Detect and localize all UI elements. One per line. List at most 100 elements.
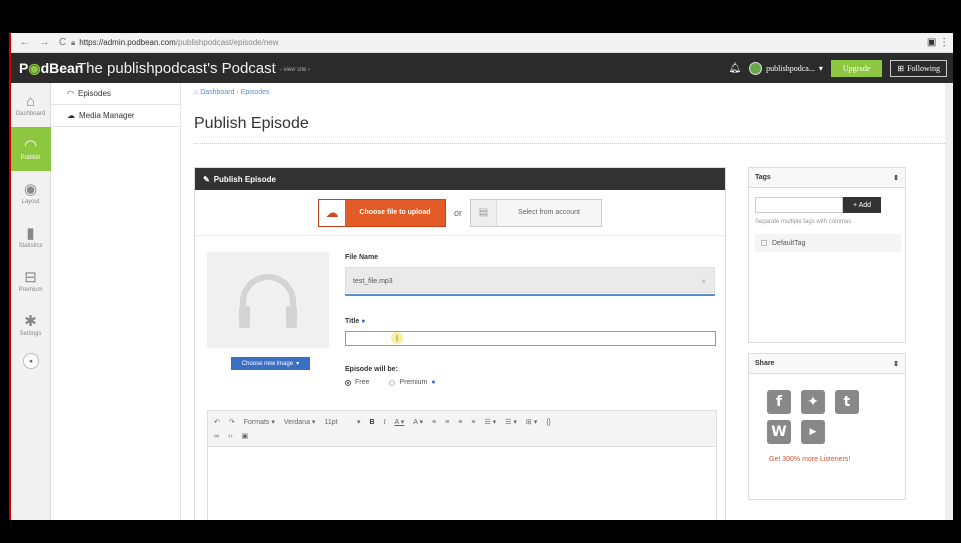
- add-tag-button[interactable]: + Add: [843, 197, 881, 213]
- sidebar-item-dashboard[interactable]: ⌂ Dashboard: [11, 83, 51, 127]
- upgrade-button[interactable]: Upgrade: [830, 59, 883, 77]
- bullet-list-icon[interactable]: ☰ ▾: [484, 418, 496, 426]
- chevron-down-icon: ▾: [818, 63, 823, 73]
- sidebar-label: Publish: [20, 154, 41, 161]
- checkbox: [761, 240, 767, 246]
- link-icon[interactable]: ∞: [214, 433, 219, 440]
- tumblr-icon[interactable]: t: [835, 390, 859, 414]
- subnav-label: Episodes: [77, 89, 111, 98]
- sub-navigation: ◠ Episodes ☁ Media Manager: [51, 83, 181, 520]
- undo-icon[interactable]: ↶: [214, 418, 220, 426]
- radio-free[interactable]: Free: [345, 379, 369, 386]
- align-center-icon[interactable]: ≡: [445, 419, 449, 426]
- extension-icon[interactable]: ▣ ⋮: [923, 37, 953, 48]
- share-title: Share: [755, 360, 775, 367]
- subnav-item-media-manager[interactable]: ☁ Media Manager: [51, 105, 180, 127]
- choose-file-button[interactable]: ☁ Choose file to upload: [317, 198, 446, 227]
- text-color-icon[interactable]: A ▾: [395, 418, 405, 426]
- code-icon[interactable]: {}: [546, 419, 551, 426]
- breadcrumb-episodes[interactable]: Episodes: [241, 89, 270, 96]
- source-code-icon[interactable]: ‹›: [228, 433, 233, 440]
- description-editor[interactable]: ↶ ↷ Formats ▾ Verdana ▾ 11pt ▾ B I A ▾ A…: [207, 410, 717, 520]
- mouse-cursor-highlight: I: [391, 332, 403, 344]
- italic-icon[interactable]: I: [384, 419, 386, 426]
- title-label-text: Title: [345, 318, 360, 325]
- select-from-account-button[interactable]: ▤ Select from account: [470, 198, 602, 227]
- tags-panel: Tags ⇕ + Add Separate multiple tags with …: [748, 167, 906, 343]
- back-icon[interactable]: ←: [20, 37, 30, 48]
- facebook-icon[interactable]: f: [767, 390, 791, 414]
- tag-input[interactable]: [755, 197, 843, 213]
- formats-dropdown[interactable]: Formats ▾: [244, 418, 275, 426]
- account-name: publishpodca...: [766, 63, 815, 73]
- scrollbar[interactable]: [945, 83, 953, 520]
- logo-p: P: [19, 59, 29, 76]
- remove-file-icon[interactable]: ×: [701, 277, 706, 286]
- radio-premium[interactable]: Premium ●: [389, 379, 436, 386]
- font-dropdown[interactable]: Verdana ▾: [284, 418, 316, 426]
- table-icon[interactable]: ⊞ ▾: [526, 418, 537, 426]
- align-right-icon[interactable]: ≡: [458, 419, 462, 426]
- tags-header: Tags ⇕: [749, 168, 905, 188]
- reload-icon[interactable]: C: [59, 37, 66, 48]
- sidebar-label: Settings: [19, 330, 42, 337]
- breadcrumb: ⌂ Dashboard › Episodes: [194, 89, 269, 96]
- avatar: [749, 61, 763, 75]
- choose-new-image-button[interactable]: Choose new image ▾: [231, 357, 310, 370]
- view-site-link[interactable]: - view site ›: [280, 67, 310, 73]
- sidebar-item-premium[interactable]: ⊟ Premium: [11, 259, 51, 303]
- gear-icon: ✱: [24, 312, 37, 330]
- podbean-logo[interactable]: P◉dBean: [11, 59, 83, 77]
- radio-dot: [389, 379, 396, 386]
- font-label: Verdana: [283, 419, 310, 426]
- home-icon: ⌂: [194, 89, 199, 96]
- info-icon[interactable]: ●: [361, 318, 365, 325]
- sidebar-label: Premium: [18, 286, 43, 293]
- radio-free-label: Free: [355, 379, 370, 386]
- page-title: Publish Episode: [194, 115, 309, 132]
- info-icon[interactable]: ●: [431, 379, 435, 386]
- background-color-icon[interactable]: A ▾: [413, 418, 423, 426]
- sort-icon[interactable]: ⇕: [893, 174, 899, 182]
- video-frame: ← → C 🔒︎ https://admin.podbean.com/publi…: [0, 0, 961, 543]
- share-cta-link[interactable]: Get 300% more Listeners!: [769, 456, 850, 463]
- cart-icon: ⊟: [24, 268, 37, 286]
- sidebar-item-layout[interactable]: ◉ Layout: [11, 171, 51, 215]
- align-justify-icon[interactable]: ≡: [471, 419, 475, 426]
- address-bar[interactable]: 🔒︎ https://admin.podbean.com/publishpodc…: [71, 38, 923, 48]
- sidebar-item-settings[interactable]: ✱ Settings: [11, 303, 51, 347]
- episode-artwork: [207, 252, 329, 348]
- following-icon: ⊞: [897, 63, 905, 73]
- numbered-list-icon[interactable]: ☰ ▾: [505, 418, 517, 426]
- following-button[interactable]: ⊞ Following: [890, 59, 947, 77]
- breadcrumb-dashboard[interactable]: Dashboard: [200, 89, 234, 96]
- eye-icon: ◉: [23, 180, 38, 198]
- visibility-options: Free Premium ●: [345, 379, 436, 386]
- choose-image-label: Choose new image: [241, 360, 294, 367]
- redo-icon[interactable]: ↷: [229, 418, 235, 426]
- twitter-icon[interactable]: ✦: [801, 390, 825, 414]
- sidebar-item-statistics[interactable]: ▮ Statistics: [11, 215, 51, 259]
- bold-icon[interactable]: B: [370, 419, 375, 426]
- title-label: Title ●: [345, 318, 365, 325]
- account-menu[interactable]: publishpodca... ▾: [749, 61, 823, 75]
- sidebar-item-publish[interactable]: ◠ Publish: [11, 127, 51, 171]
- divider: [194, 143, 945, 144]
- subnav-item-episodes[interactable]: ◠ Episodes: [51, 83, 180, 105]
- wordpress-icon[interactable]: W: [767, 420, 791, 444]
- editor-toolbar: ↶ ↷ Formats ▾ Verdana ▾ 11pt ▾ B I A ▾ A…: [208, 411, 716, 447]
- collapse-sidebar-button[interactable]: ◂: [22, 353, 39, 369]
- sort-icon[interactable]: ⇕: [893, 360, 899, 368]
- tags-title: Tags: [755, 174, 771, 181]
- forward-icon[interactable]: →: [39, 37, 49, 48]
- panel-header: ✎ Publish Episode: [195, 168, 725, 190]
- default-tag-checkbox[interactable]: DefaultTag: [755, 234, 901, 252]
- youtube-icon[interactable]: ▶: [801, 420, 825, 444]
- image-icon[interactable]: ▣: [242, 432, 249, 440]
- home-icon: ⌂: [25, 92, 36, 110]
- cloud-icon: ☁: [67, 111, 75, 120]
- bell-icon[interactable]: 🔔︎: [728, 63, 741, 74]
- align-left-icon[interactable]: ≡: [432, 419, 436, 426]
- font-size-dropdown[interactable]: 11pt ▾: [324, 418, 360, 426]
- headphones-icon: [239, 274, 297, 328]
